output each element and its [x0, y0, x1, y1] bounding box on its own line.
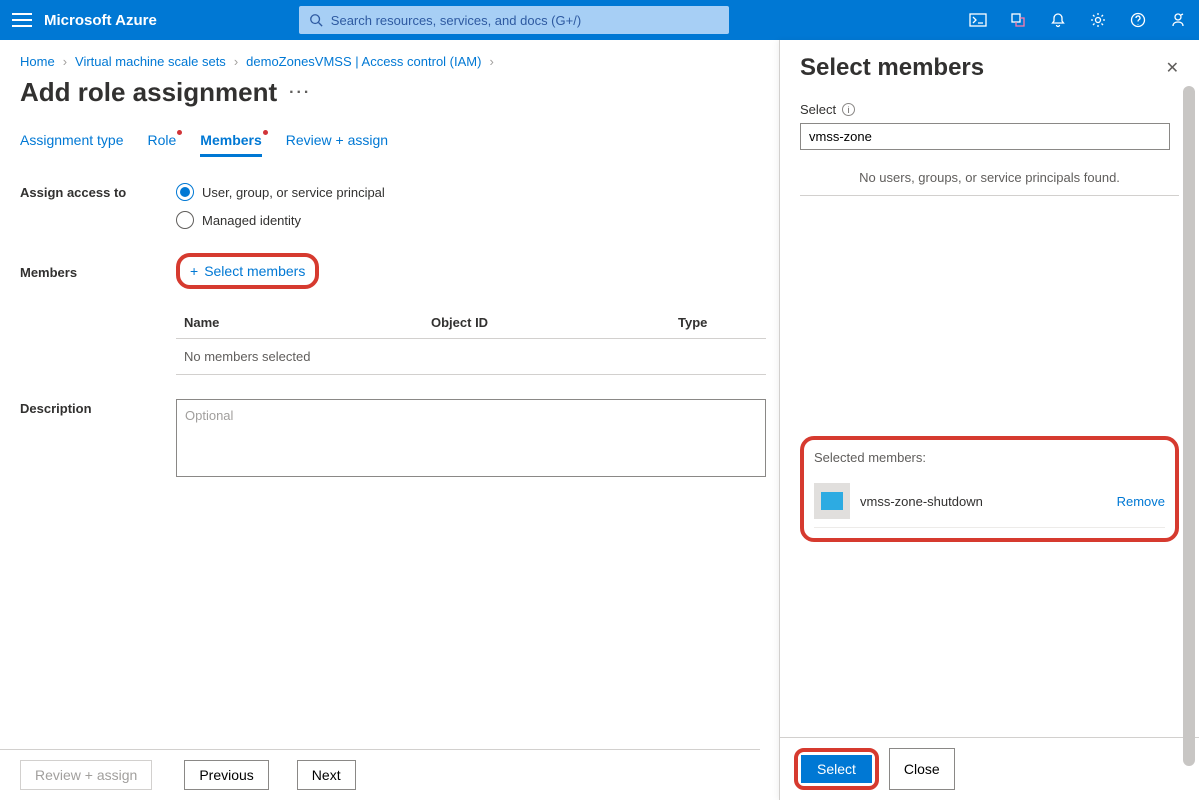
- remove-link[interactable]: Remove: [1117, 494, 1165, 509]
- search-icon: [309, 13, 323, 27]
- more-icon[interactable]: ···: [289, 84, 311, 102]
- directory-icon[interactable]: [1009, 11, 1027, 29]
- tab-review-assign[interactable]: Review + assign: [286, 132, 388, 157]
- member-row: vmss-zone-shutdown Remove: [814, 475, 1165, 528]
- previous-button[interactable]: Previous: [184, 760, 268, 790]
- panel-footer: Select Close: [780, 737, 1199, 800]
- bell-icon[interactable]: [1049, 11, 1067, 29]
- selected-members-label: Selected members:: [814, 450, 1165, 465]
- radio-label: User, group, or service principal: [202, 185, 385, 200]
- tab-label: Members: [200, 132, 261, 148]
- select-button[interactable]: Select: [801, 755, 872, 783]
- select-members-panel: Select members ✕ Select i No users, grou…: [779, 40, 1199, 800]
- chevron-right-icon: ›: [234, 54, 238, 69]
- indicator-dot: [263, 130, 268, 135]
- description-label: Description: [20, 399, 176, 477]
- close-icon[interactable]: ✕: [1166, 58, 1179, 78]
- col-type: Type: [678, 315, 758, 330]
- bottom-bar: Review + assign Previous Next: [0, 749, 760, 800]
- page-title-text: Add role assignment: [20, 77, 277, 108]
- chevron-right-icon: ›: [63, 54, 67, 69]
- no-results-text: No users, groups, or service principals …: [800, 170, 1179, 196]
- selected-members-section: Selected members: vmss-zone-shutdown Rem…: [800, 436, 1179, 542]
- col-object-id: Object ID: [431, 315, 678, 330]
- select-members-label: Select members: [204, 263, 305, 279]
- top-bar: Microsoft Azure Search resources, servic…: [0, 0, 1199, 40]
- tab-members[interactable]: Members: [200, 132, 261, 157]
- radio-user-group-sp[interactable]: User, group, or service principal: [176, 183, 385, 201]
- breadcrumb-item[interactable]: Virtual machine scale sets: [75, 54, 226, 69]
- tab-label: Role: [148, 132, 177, 148]
- radio-managed-identity[interactable]: Managed identity: [176, 211, 385, 229]
- breadcrumb-item[interactable]: Home: [20, 54, 55, 69]
- select-field-label: Select: [800, 102, 836, 117]
- topbar-icons: [969, 11, 1187, 29]
- description-textarea[interactable]: [176, 399, 766, 477]
- panel-title: Select members: [800, 54, 984, 82]
- brand-label[interactable]: Microsoft Azure: [44, 12, 157, 29]
- close-button[interactable]: Close: [889, 748, 955, 790]
- gear-icon[interactable]: [1089, 11, 1107, 29]
- members-table-head: Name Object ID Type: [176, 307, 766, 339]
- review-assign-button: Review + assign: [20, 760, 152, 790]
- radio-label: Managed identity: [202, 213, 301, 228]
- help-icon[interactable]: [1129, 11, 1147, 29]
- feedback-icon[interactable]: [1169, 11, 1187, 29]
- radio-icon: [176, 183, 194, 201]
- select-input[interactable]: [800, 123, 1170, 150]
- col-name: Name: [184, 315, 431, 330]
- next-button[interactable]: Next: [297, 760, 356, 790]
- members-label: Members: [20, 253, 176, 289]
- select-button-highlight: Select: [794, 748, 879, 790]
- indicator-dot: [177, 130, 182, 135]
- scrollbar[interactable]: [1183, 86, 1197, 750]
- cloud-shell-icon[interactable]: [969, 11, 987, 29]
- search-placeholder: Search resources, services, and docs (G+…: [331, 13, 581, 28]
- search-box[interactable]: Search resources, services, and docs (G+…: [299, 6, 729, 34]
- chevron-right-icon: ›: [489, 54, 493, 69]
- avatar: [814, 483, 850, 519]
- assign-access-label: Assign access to: [20, 183, 176, 229]
- select-members-button[interactable]: + Select members: [176, 253, 319, 289]
- tab-assignment-type[interactable]: Assignment type: [20, 132, 124, 157]
- hamburger-icon[interactable]: [12, 13, 32, 27]
- breadcrumb-item[interactable]: demoZonesVMSS | Access control (IAM): [246, 54, 481, 69]
- member-name: vmss-zone-shutdown: [860, 494, 1107, 509]
- info-icon[interactable]: i: [842, 103, 855, 116]
- tab-role[interactable]: Role: [148, 132, 177, 157]
- members-table-empty: No members selected: [176, 339, 766, 375]
- radio-icon: [176, 211, 194, 229]
- plus-icon: +: [190, 263, 198, 279]
